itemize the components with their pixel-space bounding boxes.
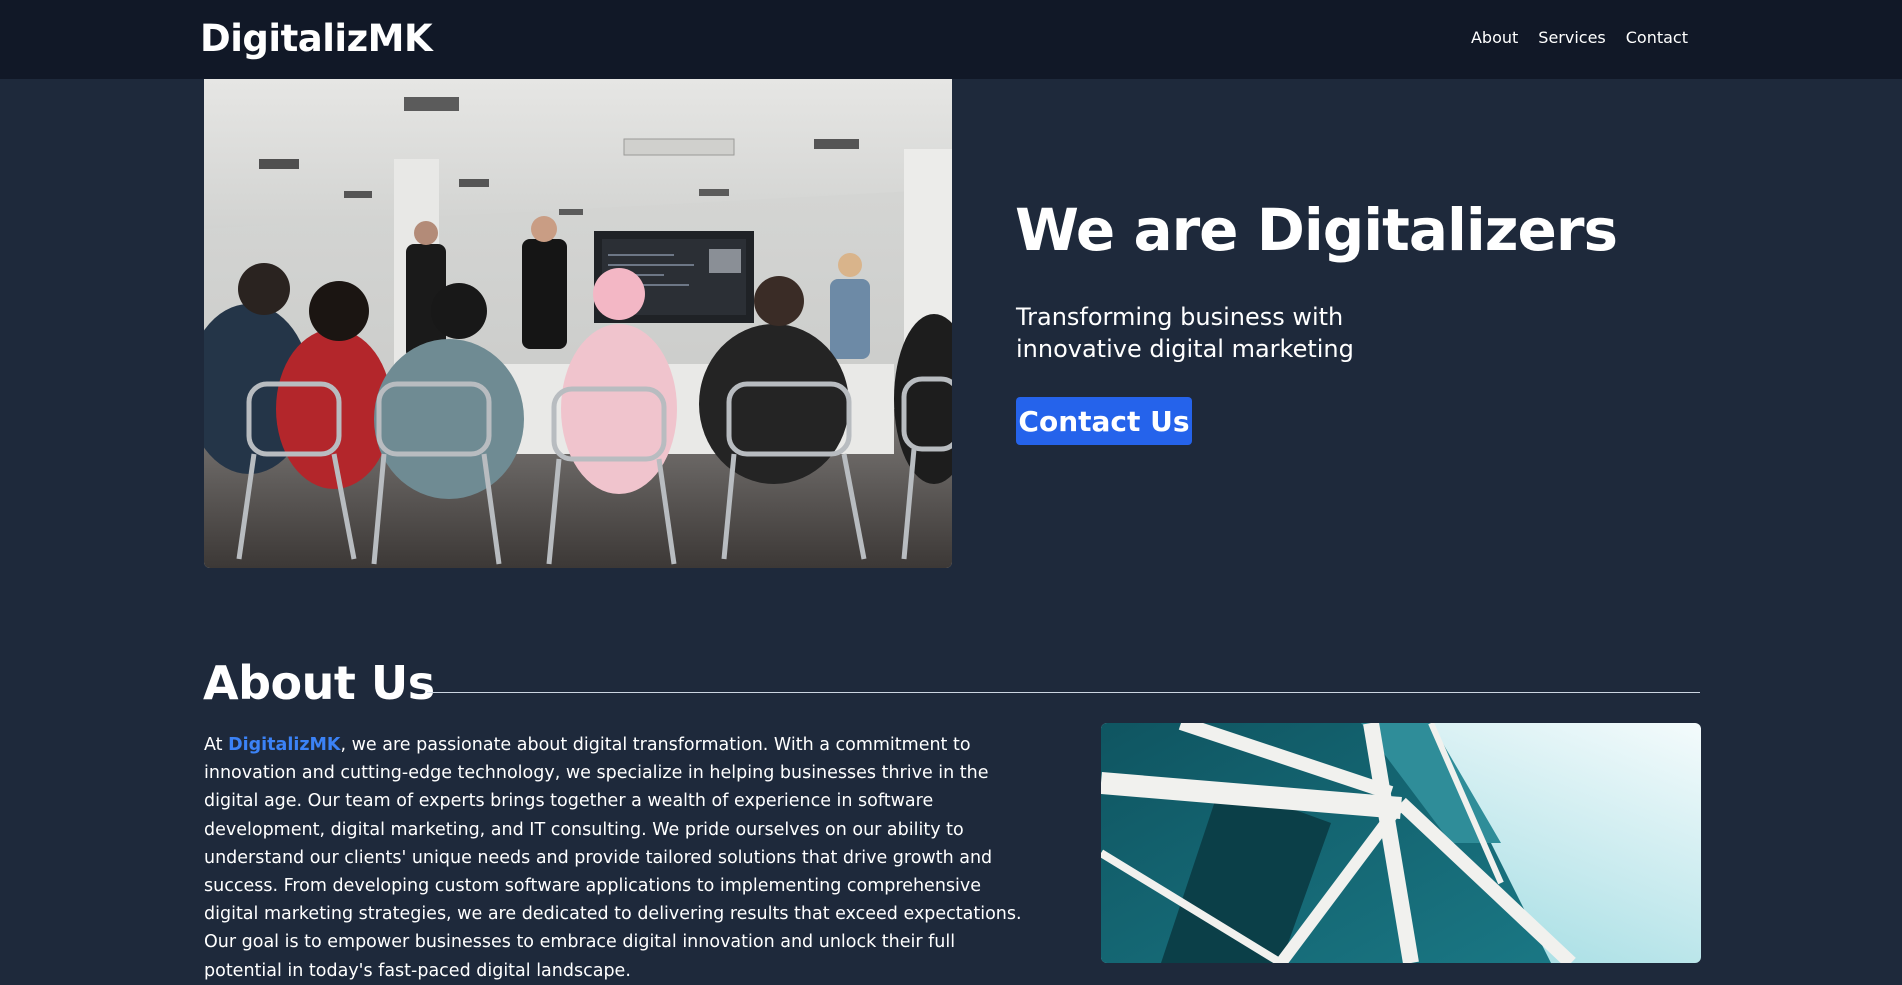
nav-link-services[interactable]: Services: [1538, 28, 1605, 47]
about-text-body: , we are passionate about digital transf…: [204, 735, 1022, 981]
brand-logo[interactable]: DigitalizMK: [200, 17, 433, 60]
about-image: [1101, 723, 1701, 963]
contact-us-button[interactable]: Contact Us: [1016, 397, 1192, 445]
about-text-prefix: At: [204, 735, 229, 755]
about-paragraph: At DigitalizMK, we are passionate about …: [204, 731, 1024, 985]
nav-link-about[interactable]: About: [1471, 28, 1518, 47]
site-header: DigitalizMK About Services Contact: [0, 0, 1902, 79]
glass-building-photo: [1101, 723, 1701, 963]
brand-highlight: DigitalizMK: [228, 735, 341, 755]
nav-link-contact[interactable]: Contact: [1626, 28, 1688, 47]
main-nav: About Services Contact: [1471, 28, 1688, 47]
hero-subtitle: Transforming business with innovative di…: [1016, 303, 1354, 363]
hero-image: [204, 79, 952, 568]
about-heading: About Us: [203, 656, 435, 710]
about-divider: [427, 692, 1700, 693]
hero-title: We are Digitalizers: [1015, 196, 1618, 264]
classroom-presentation-photo: [204, 79, 952, 568]
